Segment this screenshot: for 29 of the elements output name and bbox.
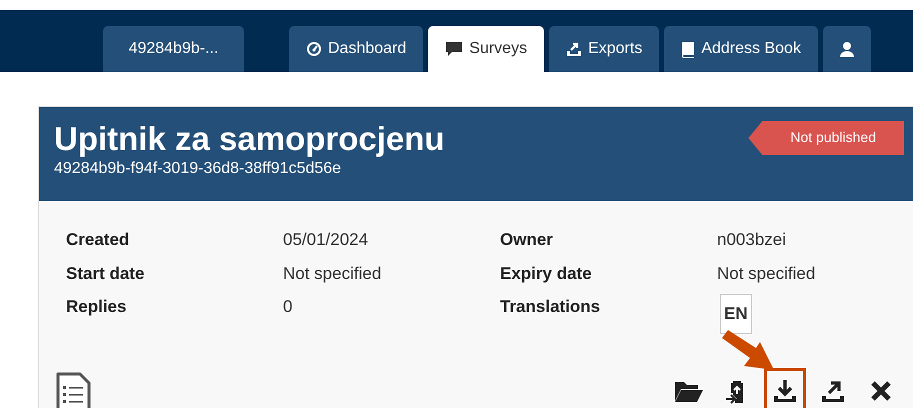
nav-tab[interactable]: Address Book [664, 26, 818, 72]
nav-tab[interactable]: Exports [549, 26, 660, 72]
survey-id: 49284b9b-f94f-3019-36d8-38ff91c5d56e [54, 159, 342, 180]
book-icon [681, 40, 696, 58]
nav-tab[interactable]: Surveys [428, 26, 544, 72]
person-icon [840, 41, 854, 57]
download-button[interactable] [764, 368, 806, 408]
download-icon [772, 378, 798, 404]
comment-icon [445, 41, 464, 57]
survey-title: Upitnik za samoprocjenu [54, 121, 445, 158]
status-label: Not published [748, 121, 904, 155]
field-label: Expiry date [500, 262, 593, 284]
field-label: Start date [66, 262, 146, 284]
field-value: Not specified [283, 262, 382, 284]
gauge-icon [306, 41, 322, 57]
language-tag[interactable]: EN [720, 294, 752, 334]
field-value: Not specified [717, 262, 816, 284]
field-value: n003bzei [717, 229, 788, 251]
export-icon [566, 41, 582, 57]
field-label: Translations [500, 296, 602, 318]
close-icon [870, 380, 892, 402]
field-value: 0 [283, 296, 294, 318]
field-value: 05/01/2024 [283, 229, 370, 251]
nav-tab[interactable]: 49284b9b-... [103, 26, 244, 72]
nav-tab[interactable]: Dashboard [289, 26, 424, 72]
nav-tab[interactable] [822, 26, 871, 72]
field-label: Replies [66, 296, 128, 318]
field-label: Owner [500, 229, 554, 251]
field-label: Created [66, 229, 130, 251]
